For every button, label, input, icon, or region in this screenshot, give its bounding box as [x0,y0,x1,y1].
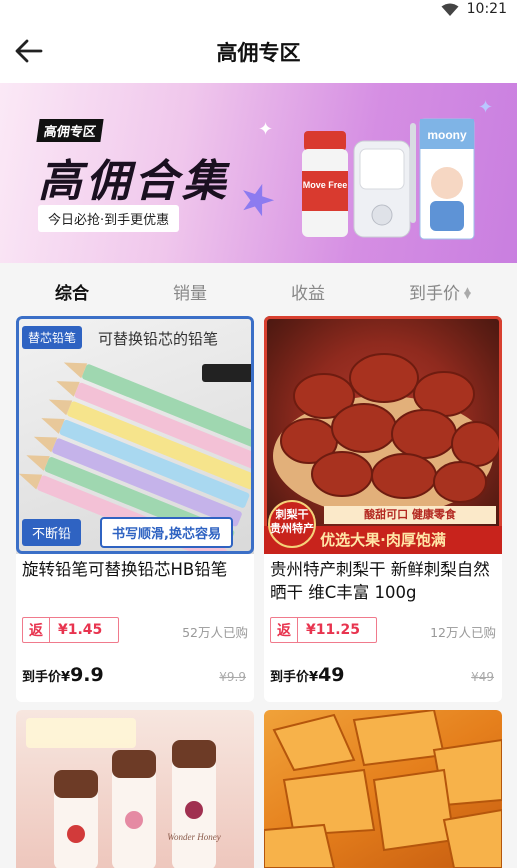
original-price: ¥49 [471,670,494,684]
star-icon [236,179,279,222]
final-price-currency: ¥ [309,670,319,685]
rebate-badge: 返 ¥11.25 [270,617,378,643]
status-bar: 10:21 [0,0,517,20]
final-price-currency: ¥ [61,670,71,685]
product-card[interactable] [264,710,502,868]
rebate-amount: ¥11.25 [306,622,361,638]
rebate-amount: ¥1.45 [58,622,103,638]
final-price: 到手价¥9.9 [22,664,104,686]
image-seal: 刺梨干 贵州特产 [268,500,316,548]
product-image: 替芯铅笔 可替换铅芯的铅笔 不断铅 书写顺滑,换芯容易 [16,316,254,554]
sort-tabs: 综合 销量 收益 到手价 ▲ ▼ [0,263,517,315]
bottle-brand-text: Move Free [303,180,348,190]
tab-comprehensive[interactable]: 综合 [55,279,89,304]
product-name: 旋转铅笔可替换铅芯HB铅笔 [22,560,228,579]
sold-count: 52万人已购 [182,625,248,640]
product-card[interactable]: Wonder Honey [16,710,254,868]
sparkle-icon: ✦ [478,97,494,118]
banner-headline: 高佣合集 [38,156,230,207]
status-time: 10:21 [466,1,507,17]
rebate-label: 返 [271,618,298,642]
image-subtitle: 酸甜可口 健康零食 [324,506,496,524]
final-price-label: 到手价 [270,670,310,685]
product-name: 贵州特产刺梨干 新鲜刺梨自然晒干 维C丰富 100g [270,560,490,602]
wifi-icon [441,3,459,16]
rebate-badge: 返 ¥1.45 [22,617,120,643]
final-price-value: 49 [318,664,345,686]
page-title: 高佣专区 [216,41,301,65]
tab-sales[interactable]: 销量 [173,279,207,304]
rebate-label: 返 [23,618,50,642]
water-flosser-image [353,123,416,238]
tab-final-price[interactable]: 到手价 ▲ ▼ [409,279,471,304]
product-card[interactable]: 酸甜可口 健康零食 优选大果·肉厚饱满 刺梨干 贵州特产 贵州特产刺梨干 新鲜刺… [264,316,502,702]
product-image [264,710,502,868]
image-title: 可替换铅芯的铅笔 [98,330,219,348]
final-price: 到手价¥49 [270,664,345,686]
product-card[interactable]: 替芯铅笔 可替换铅芯的铅笔 不断铅 书写顺滑,换芯容易 旋转铅笔可替换铅芯HB铅… [16,316,254,702]
tab-earnings[interactable]: 收益 [291,279,325,304]
final-price-value: 9.9 [70,664,104,686]
final-price-label: 到手价 [22,670,62,685]
product-image: 酸甜可口 健康零食 优选大果·肉厚饱满 刺梨干 贵州特产 [264,316,502,554]
supplement-bottle-image: Move Free [302,131,348,237]
sold-count: 12万人已购 [430,625,496,640]
nav-bar: 高佣专区 [0,20,517,83]
tab-final-price-label: 到手价 [409,284,460,304]
diaper-pack-image: moony [419,118,475,240]
sparkle-icon: ✦ [258,119,274,140]
banner-tag: 高佣专区 [36,119,104,142]
sort-arrows-icon: ▲ ▼ [464,286,471,301]
image-badge: 不断铅 [22,519,82,546]
lip-balm-illustration: Wonder Honey [26,718,221,868]
promo-banner[interactable]: 高佣专区 高佣合集 今日必抢·到手更优惠 ✦ ✦ Move Free moony [0,83,517,263]
original-price: ¥9.9 [219,670,246,684]
diaper-brand-text: moony [427,128,467,142]
product-image: Wonder Honey [16,710,254,868]
product3-image-text: Wonder Honey [167,832,220,842]
banner-subtitle: 今日必抢·到手更优惠 [38,205,180,232]
image-tag: 替芯铅笔 [22,326,83,349]
crispy-snack-illustration [264,710,502,868]
image-badge: 书写顺滑,换芯容易 [100,517,233,548]
